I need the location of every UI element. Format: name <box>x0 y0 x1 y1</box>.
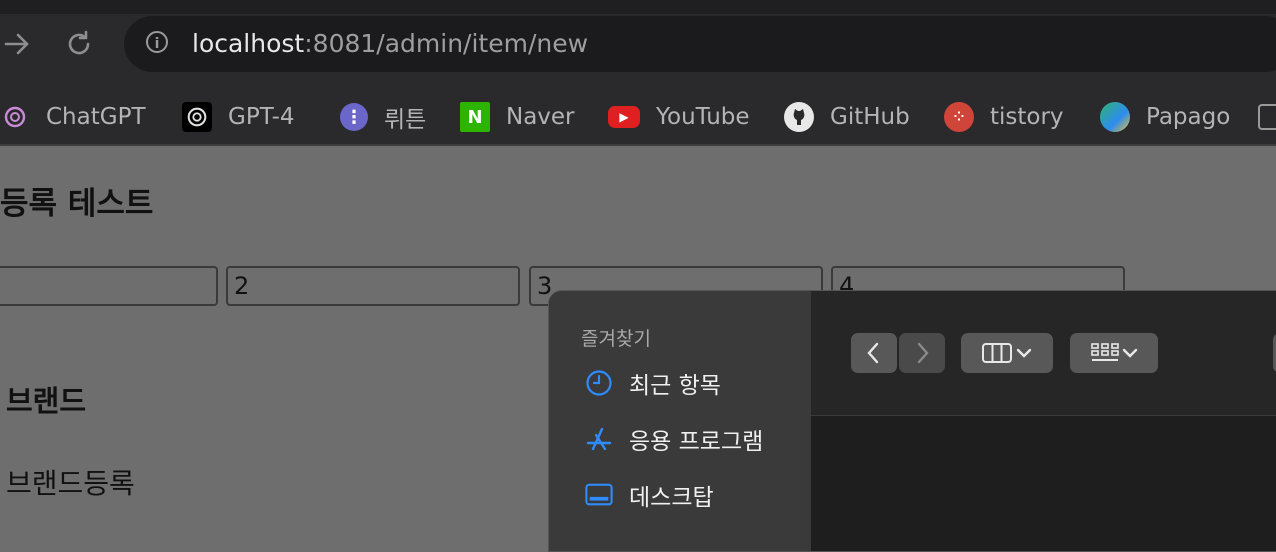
arrow-right-icon <box>4 33 29 55</box>
file-picker-dialog: 즐겨찾기 최근 항목 응용 프로그램 데스크탑 <box>548 290 1276 552</box>
address-bar[interactable]: i localhost:8081/admin/item/new <box>124 16 1276 72</box>
bookmark-label: 뤼튼 <box>384 107 427 133</box>
bookmark-papago[interactable]: Papago <box>1100 90 1230 144</box>
forward-button[interactable] <box>0 27 34 61</box>
bookmark-youtube[interactable]: ▶ YouTube <box>608 90 750 144</box>
youtube-icon: ▶ <box>608 106 640 128</box>
bookmark-label: Papago <box>1146 104 1231 130</box>
back-button[interactable] <box>851 333 897 373</box>
sidebar-item-desktop[interactable]: 데스크탑 <box>585 475 714 515</box>
naver-icon: N <box>460 102 490 132</box>
bookmark-folder[interactable] <box>1258 90 1276 144</box>
sidebar-item-applications[interactable]: 응용 프로그램 <box>585 419 763 459</box>
columns-icon <box>982 343 1012 363</box>
finder-main <box>811 291 1276 551</box>
sidebar-item-label: 최근 항목 <box>629 373 721 399</box>
input-field-1[interactable] <box>0 266 218 306</box>
url-host: localhost <box>192 29 305 58</box>
bookmark-label: GPT-4 <box>228 104 295 130</box>
clock-icon <box>585 369 613 397</box>
bookmark-label: GitHub <box>830 104 910 130</box>
bookmark-label: Naver <box>506 104 575 130</box>
sidebar-item-recent[interactable]: 최근 항목 <box>585 363 721 403</box>
reload-button[interactable] <box>62 27 96 61</box>
page-title: 등록 테스트 <box>0 186 154 222</box>
info-icon[interactable]: i <box>146 31 168 53</box>
finder-toolbar <box>811 291 1276 416</box>
bookmark-label: YouTube <box>656 104 750 130</box>
brand-section-title: 브랜드 <box>6 384 87 418</box>
chevron-right-icon <box>917 342 929 364</box>
grid-icon <box>1091 343 1119 361</box>
bookmark-label: tistory <box>990 104 1064 130</box>
folder-icon <box>1258 104 1276 130</box>
brand-register-link[interactable]: 브랜드등록 <box>6 462 135 502</box>
group-button[interactable] <box>1070 333 1158 373</box>
input-field-2[interactable]: 2 <box>226 266 520 306</box>
url-text[interactable]: localhost:8081/admin/item/new <box>192 26 588 62</box>
bookmark-wrtn[interactable]: ⋮ 뤼튼 <box>340 90 426 144</box>
bookmark-tistory[interactable]: ⁘ tistory <box>944 90 1064 144</box>
bookmark-naver[interactable]: N Naver <box>460 90 575 144</box>
url-path: :8081/admin/item/new <box>304 29 589 58</box>
finder-sidebar: 즐겨찾기 최근 항목 응용 프로그램 데스크탑 <box>549 291 811 551</box>
tab-strip <box>0 0 1276 14</box>
chevron-down-icon <box>1016 348 1032 358</box>
papago-icon <box>1100 102 1130 132</box>
bookmarks-bar: ChatGPT GPT-4 ⋮ 뤼튼 N Naver ▶ YouTube Git… <box>0 90 1276 144</box>
bookmark-github[interactable]: GitHub <box>784 90 910 144</box>
favorites-header: 즐겨찾기 <box>581 328 651 350</box>
bookmark-chatgpt[interactable]: ChatGPT <box>0 90 146 144</box>
reload-icon <box>68 30 90 55</box>
github-icon <box>784 102 814 132</box>
apps-icon <box>585 425 613 453</box>
wrtn-icon: ⋮ <box>340 103 368 131</box>
desktop-icon <box>585 481 613 509</box>
chatgpt-icon <box>182 102 212 132</box>
chevron-down-icon <box>1122 348 1138 358</box>
chatgpt-icon <box>0 102 30 132</box>
bookmark-label: ChatGPT <box>46 104 146 130</box>
sidebar-item-label: 데스크탑 <box>629 485 714 511</box>
tistory-icon: ⁘ <box>944 102 974 132</box>
view-columns-button[interactable] <box>961 333 1053 373</box>
forward-nav-button[interactable] <box>899 333 945 373</box>
chevron-left-icon <box>867 342 879 364</box>
sidebar-item-label: 응용 프로그램 <box>629 429 764 455</box>
browser-toolbar: i localhost:8081/admin/item/new <box>0 0 1276 90</box>
bookmark-gpt4[interactable]: GPT-4 <box>182 90 295 144</box>
